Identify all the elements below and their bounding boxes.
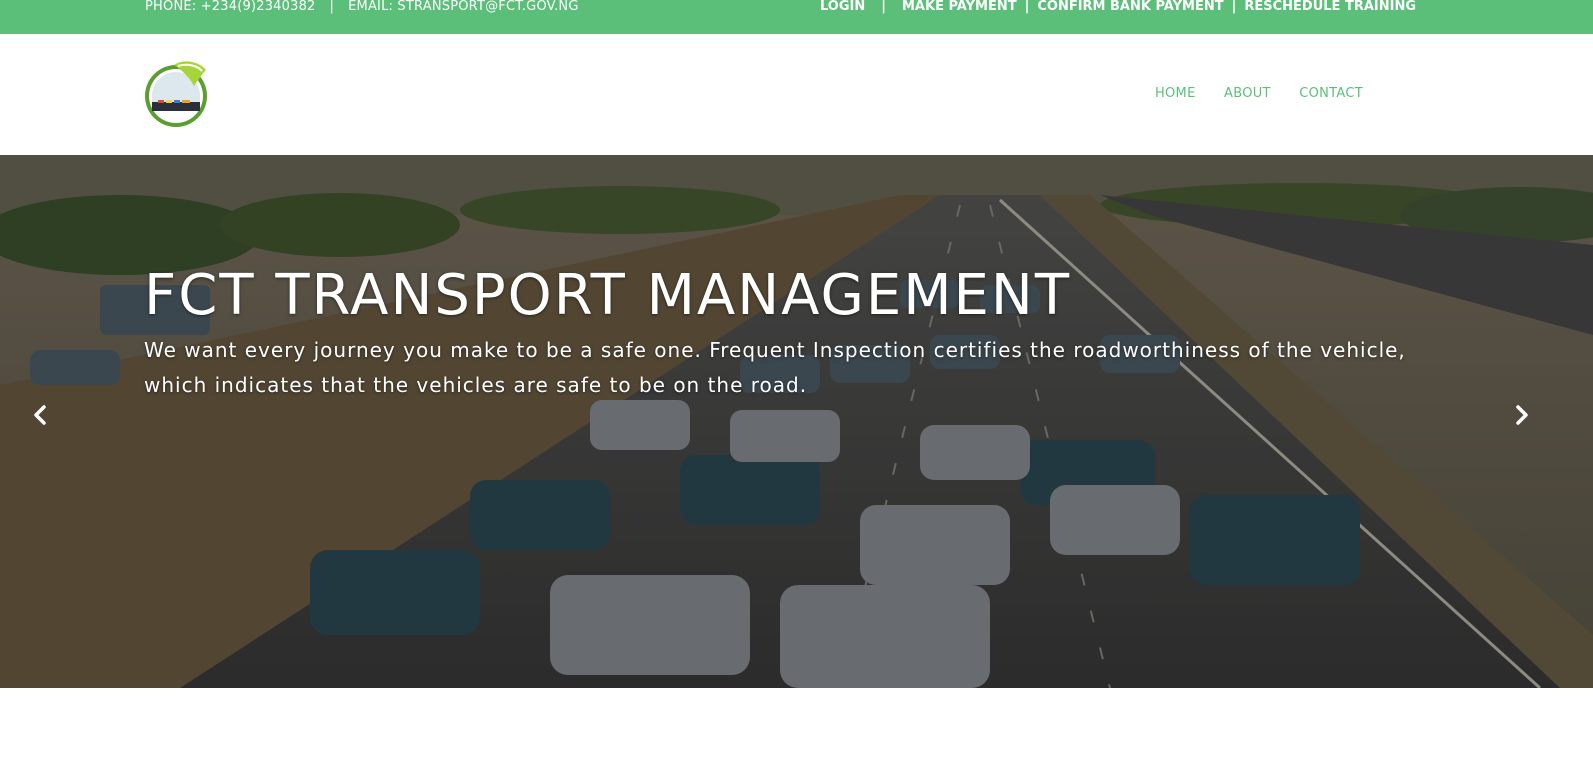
- login-link[interactable]: LOGIN: [820, 0, 865, 14]
- reschedule-training-link[interactable]: RESCHEDULE TRAINING: [1244, 0, 1416, 14]
- carousel-next-button[interactable]: [1502, 395, 1542, 435]
- email-text: EMAIL: STRANSPORT@FCT.GOV.NG: [348, 0, 579, 14]
- top-links: LOGIN | MAKE PAYMENT | CONFIRM BANK PAYMENT |…: [820, 0, 1416, 14]
- chevron-right-icon: [1516, 405, 1528, 425]
- top-bar: PHONE: +234(9)2340382 | EMAIL: STRANSPORT@…: [0, 0, 1593, 34]
- phone-text: PHONE: +234(9)2340382: [145, 0, 316, 14]
- chevron-left-icon: [34, 405, 46, 425]
- carousel-prev-button[interactable]: [20, 395, 60, 435]
- separator: |: [1231, 0, 1237, 14]
- make-payment-link[interactable]: MAKE PAYMENT: [902, 0, 1017, 14]
- separator: |: [1024, 0, 1030, 14]
- nav-contact[interactable]: CONTACT: [1299, 86, 1363, 101]
- confirm-bank-payment-link[interactable]: CONFIRM BANK PAYMENT: [1037, 0, 1223, 14]
- hero-title: FCT TRANSPORT MANAGEMENT: [144, 263, 1072, 328]
- separator: |: [329, 0, 335, 14]
- traffic-scene-image: [0, 155, 1593, 688]
- primary-nav: HOME ABOUT CONTACT: [1131, 86, 1363, 101]
- hero-carousel: FCT TRANSPORT MANAGEMENT We want every j…: [0, 155, 1593, 688]
- nav-about[interactable]: ABOUT: [1224, 86, 1271, 101]
- separator: |: [881, 0, 886, 14]
- hero-description: We want every journey you make to be a s…: [144, 338, 1406, 397]
- nav-home[interactable]: HOME: [1155, 86, 1196, 101]
- site-logo[interactable]: [144, 56, 210, 132]
- logo-emblem-icon: [145, 61, 207, 127]
- contact-info: PHONE: +234(9)2340382 | EMAIL: STRANSPORT@…: [145, 0, 579, 14]
- main-navbar: HOME ABOUT CONTACT: [0, 34, 1593, 155]
